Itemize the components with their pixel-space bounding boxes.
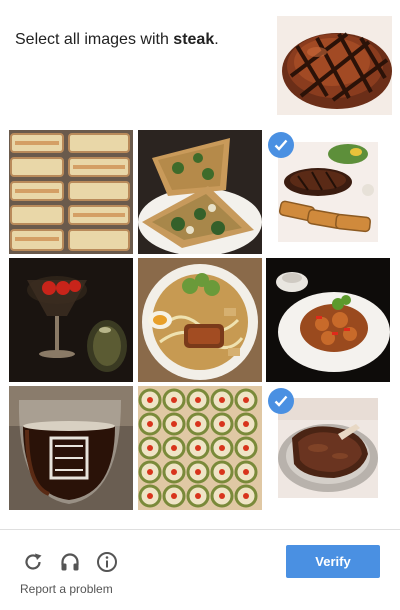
image-tile-8[interactable] <box>138 386 262 510</box>
image-grid <box>0 128 400 512</box>
image-tile-7[interactable] <box>9 386 133 510</box>
image-tile-1[interactable] <box>9 130 133 254</box>
report-problem-link[interactable]: Report a problem <box>20 582 113 596</box>
prompt-suffix: . <box>214 31 219 48</box>
image-tile-9[interactable] <box>266 386 390 510</box>
image-tile-2[interactable] <box>138 130 262 254</box>
selected-check-icon <box>268 388 294 414</box>
footer-icon-bar <box>20 549 120 575</box>
prompt-target: steak <box>173 31 215 48</box>
sample-image <box>277 16 392 115</box>
verify-button[interactable]: Verify <box>286 545 380 578</box>
prompt-prefix: Select all images with <box>15 31 174 48</box>
footer-divider <box>0 529 400 530</box>
info-icon[interactable] <box>94 549 120 575</box>
image-tile-6[interactable] <box>266 258 390 382</box>
image-tile-5[interactable] <box>138 258 262 382</box>
selected-check-icon <box>268 132 294 158</box>
challenge-header: Select all images with steak. <box>0 0 400 128</box>
challenge-prompt: Select all images with steak. <box>15 31 219 49</box>
audio-icon[interactable] <box>57 549 83 575</box>
reload-icon[interactable] <box>20 549 46 575</box>
image-tile-3[interactable] <box>266 130 390 254</box>
image-tile-4[interactable] <box>9 258 133 382</box>
